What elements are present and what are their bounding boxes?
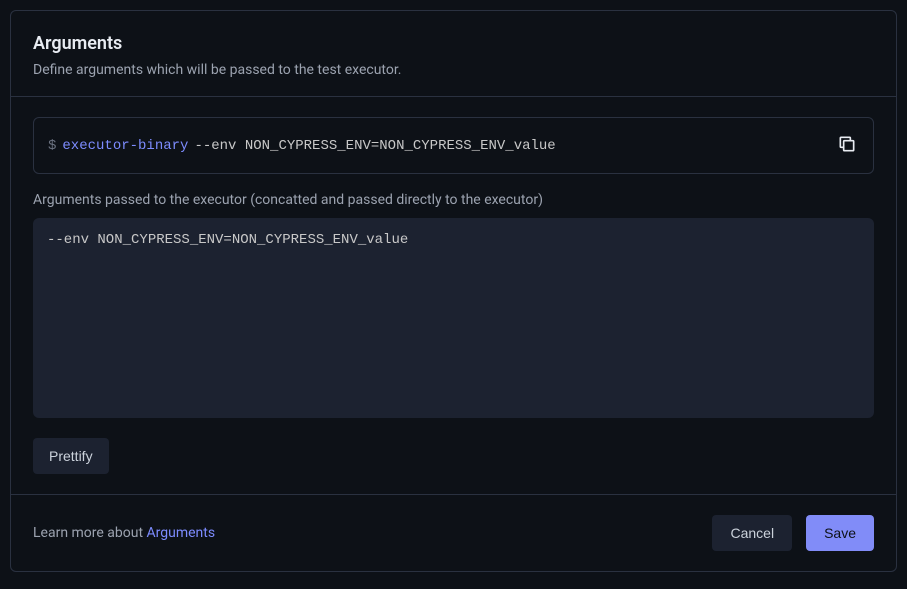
learn-prefix: Learn more about bbox=[33, 525, 147, 541]
cancel-button[interactable]: Cancel bbox=[712, 515, 792, 551]
learn-more-text: Learn more about Arguments bbox=[33, 525, 215, 541]
save-button[interactable]: Save bbox=[806, 515, 874, 551]
panel-header: Arguments Define arguments which will be… bbox=[11, 11, 896, 97]
executor-binary-label: executor-binary bbox=[62, 138, 188, 154]
copy-icon bbox=[837, 134, 857, 157]
panel-title: Arguments bbox=[33, 33, 874, 54]
command-preview: $ executor-binary --env NON_CYPRESS_ENV=… bbox=[33, 117, 874, 174]
copy-button[interactable] bbox=[835, 132, 859, 159]
args-label: Arguments passed to the executor (concat… bbox=[33, 192, 874, 208]
command-args: --env NON_CYPRESS_ENV=NON_CYPRESS_ENV_va… bbox=[194, 138, 555, 154]
prettify-button[interactable]: Prettify bbox=[33, 438, 109, 474]
footer-actions: Cancel Save bbox=[712, 515, 874, 551]
panel-footer: Learn more about Arguments Cancel Save bbox=[11, 494, 896, 571]
panel-body: $ executor-binary --env NON_CYPRESS_ENV=… bbox=[11, 97, 896, 494]
command-line: $ executor-binary --env NON_CYPRESS_ENV=… bbox=[48, 138, 556, 154]
panel-subtitle: Define arguments which will be passed to… bbox=[33, 62, 874, 78]
arguments-panel: Arguments Define arguments which will be… bbox=[10, 10, 897, 572]
arguments-link[interactable]: Arguments bbox=[147, 525, 216, 541]
arguments-textarea[interactable] bbox=[33, 218, 874, 418]
prompt-symbol: $ bbox=[48, 138, 56, 154]
